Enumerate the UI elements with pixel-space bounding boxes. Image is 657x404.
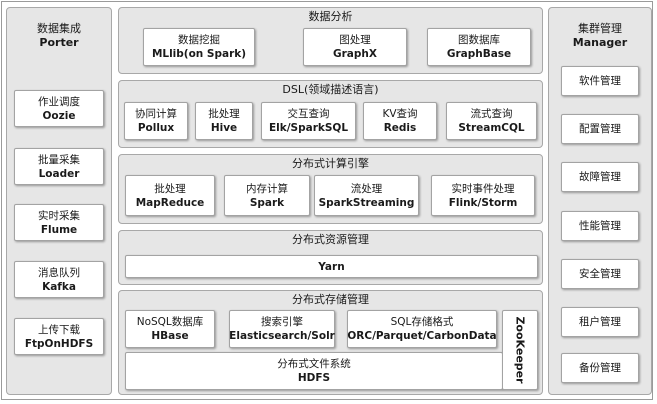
streamcql-box: 流式查询 StreamCQL [446,102,537,140]
storage-layer: 分布式存储管理 NoSQL数据库 HBase 搜索引擎 Elasticsearc… [118,290,543,395]
fault-mgmt-box: 故障管理 [561,162,639,192]
flume-box: 实时采集 Flume [14,204,104,241]
manager-panel: 集群管理 Manager 软件管理 配置管理 故障管理 性能管理 安全管理 租户… [548,7,652,395]
spark-box: 内存计算 Spark [224,175,310,216]
porter-title: 数据集成 Porter [37,22,81,49]
storage-title: 分布式存储管理 [292,293,369,306]
graphx-box: 图处理 GraphX [303,28,407,66]
resource-layer: 分布式资源管理 Yarn [118,230,543,285]
hdfs-box: 分布式文件系统 HDFS [125,352,503,390]
orc-parquet-carbondata-box: SQL存储格式 ORC/Parquet/CarbonData [347,310,497,348]
sparkstreaming-box: 流处理 SparkStreaming [314,175,419,216]
redis-box: KV查询 Redis [363,102,437,140]
pollux-box: 协同计算 Pollux [124,102,188,140]
software-mgmt-box: 软件管理 [561,66,639,96]
porter-panel: 数据集成 Porter 作业调度 Oozie 批量采集 Loader 实时采集 … [6,7,112,395]
backup-mgmt-box: 备份管理 [561,353,639,383]
resource-title: 分布式资源管理 [292,233,369,246]
security-mgmt-box: 安全管理 [561,259,639,289]
architecture-diagram: 数据集成 Porter 作业调度 Oozie 批量采集 Loader 实时采集 … [1,1,653,400]
compute-layer: 分布式计算引擎 批处理 MapReduce 内存计算 Spark 流处理 Spa… [118,154,543,224]
hbase-box: NoSQL数据库 HBase [125,310,215,348]
analysis-title: 数据分析 [308,10,353,23]
mllib-box: 数据挖掘 MLlib(on Spark) [143,28,255,66]
dsl-layer: DSL(领域描述语言) 协同计算 Pollux 批处理 Hive 交互查询 El… [118,80,543,148]
zookeeper-box: ZooKeeper [502,310,538,390]
yarn-box: Yarn [125,255,538,278]
hive-box: 批处理 Hive [195,102,253,140]
mapreduce-box: 批处理 MapReduce [125,175,215,216]
oozie-box: 作业调度 Oozie [14,90,104,127]
tenant-mgmt-box: 租户管理 [561,307,639,337]
config-mgmt-box: 配置管理 [561,114,639,144]
manager-title: 集群管理 Manager [572,22,628,49]
elk-sparksql-box: 交互查询 Elk/SparkSQL [261,102,356,140]
analysis-layer: 数据分析 数据挖掘 MLlib(on Spark) 图处理 GraphX 图数据… [118,7,543,74]
loader-box: 批量采集 Loader [14,148,104,185]
elasticsearch-solr-box: 搜索引擎 Elasticsearch/Solr [229,310,335,348]
flink-storm-box: 实时事件处理 Flink/Storm [431,175,535,216]
graphbase-box: 图数据库 GraphBase [427,28,531,66]
performance-mgmt-box: 性能管理 [561,211,639,241]
dsl-title: DSL(领域描述语言) [282,83,379,96]
ftponhdfs-box: 上传下载 FtpOnHDFS [14,318,104,355]
kafka-box: 消息队列 Kafka [14,261,104,298]
compute-title: 分布式计算引擎 [292,157,369,170]
